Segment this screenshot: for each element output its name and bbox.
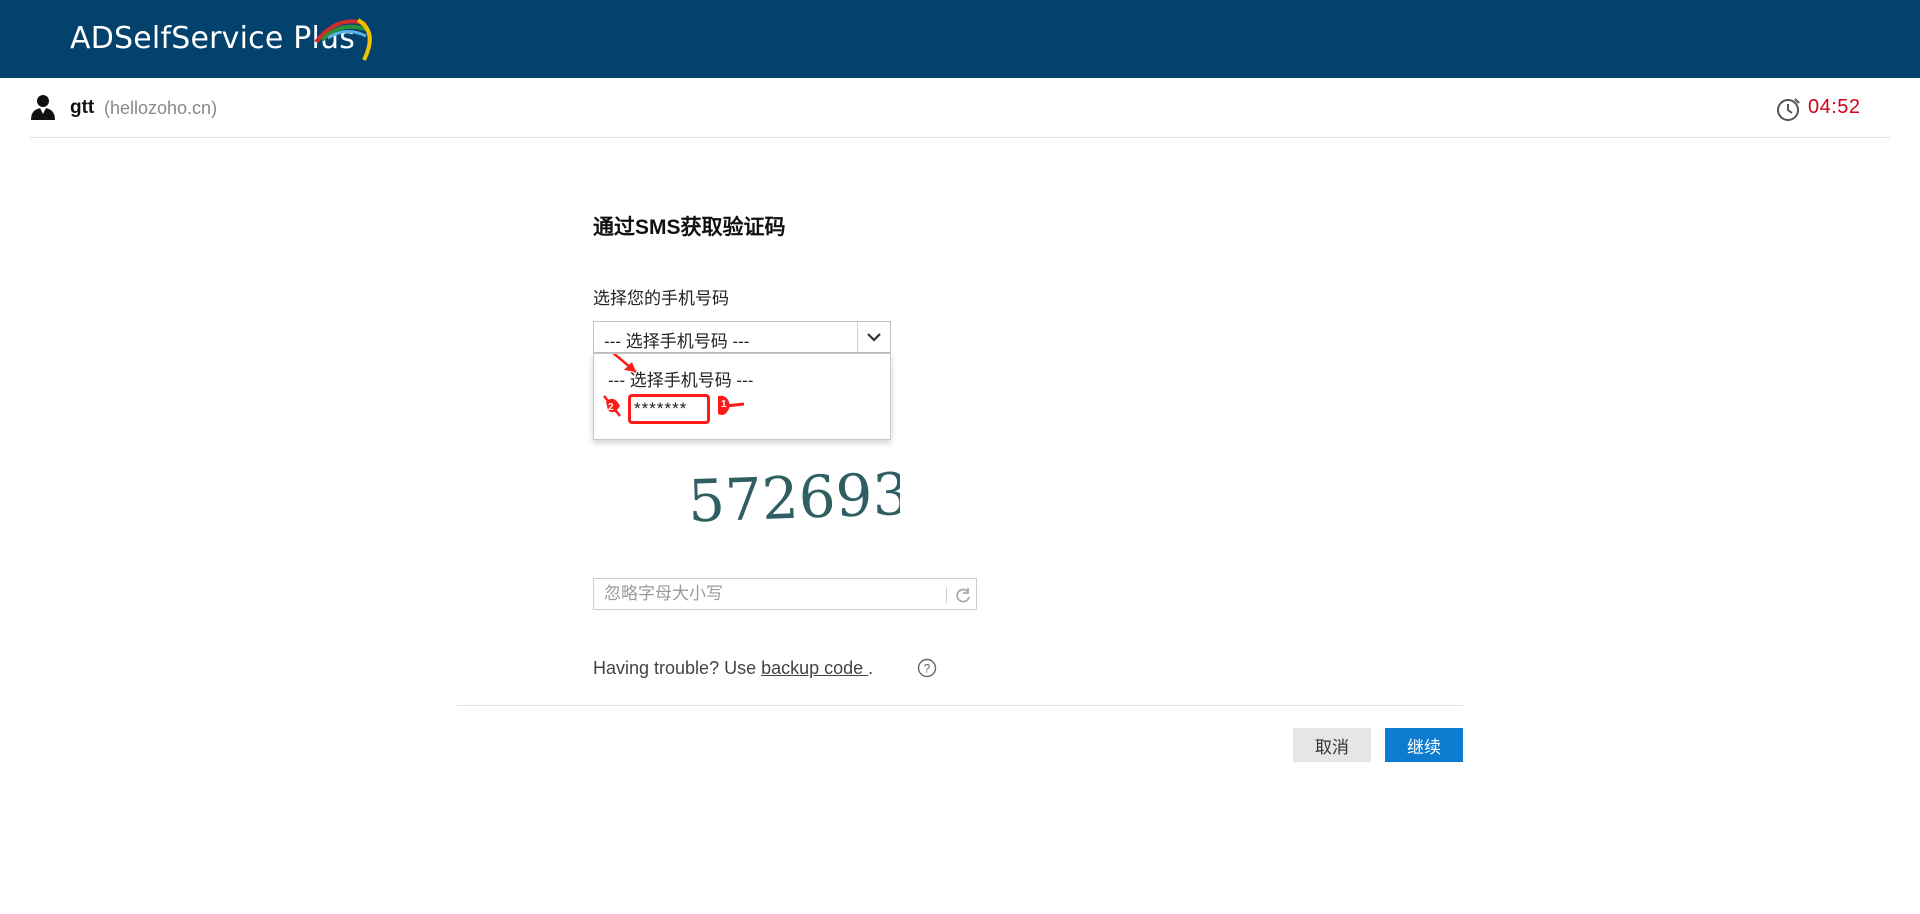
trouble-suffix: . [868, 658, 874, 678]
user-icon [31, 95, 55, 120]
user-name: gtt [70, 97, 95, 118]
captcha-image: 572693 [687, 460, 900, 536]
app-header: ADSelfService Plus [0, 0, 1920, 78]
trouble-text: Having trouble? Use backup code . [593, 658, 873, 679]
annotation-marks [603, 354, 745, 417]
annotation-label-1: 1 [721, 399, 727, 410]
cancel-button[interactable]: 取消 [1293, 728, 1371, 762]
user-domain: (hellozoho.cn) [104, 98, 218, 118]
clock-icon [1777, 98, 1800, 121]
phone-select-value: --- 选择手机号码 --- [604, 332, 750, 351]
annotation-label-2: 2 [608, 402, 614, 413]
svg-text:?: ? [924, 662, 931, 676]
captcha-text: 572693 [687, 460, 900, 536]
captcha-input[interactable] [594, 579, 954, 609]
captcha-field[interactable] [593, 578, 977, 610]
refresh-icon[interactable] [954, 586, 972, 604]
logo: ADSelfService Plus [70, 12, 372, 64]
footer-divider [457, 705, 1463, 706]
phone-dropdown: --- 选择手机号码 --- ******* 2 1 [593, 353, 891, 440]
phone-select[interactable]: --- 选择手机号码 --- [593, 321, 891, 353]
backup-code-link[interactable]: backup code [761, 658, 868, 678]
trouble-prefix: Having trouble? Use [593, 658, 762, 678]
logo-arcs-icon [314, 18, 372, 61]
session-timer: 04:52 [1808, 96, 1861, 118]
page-title: 通过SMS获取验证码 [593, 216, 786, 239]
input-divider [946, 587, 947, 603]
help-icon[interactable]: ? [917, 658, 937, 678]
chevron-down-icon[interactable] [857, 322, 890, 352]
phone-label: 选择您的手机号码 [593, 289, 729, 308]
continue-button[interactable]: 继续 [1385, 728, 1463, 762]
user-bar: gtt (hellozoho.cn) 04:52 [30, 78, 1890, 138]
